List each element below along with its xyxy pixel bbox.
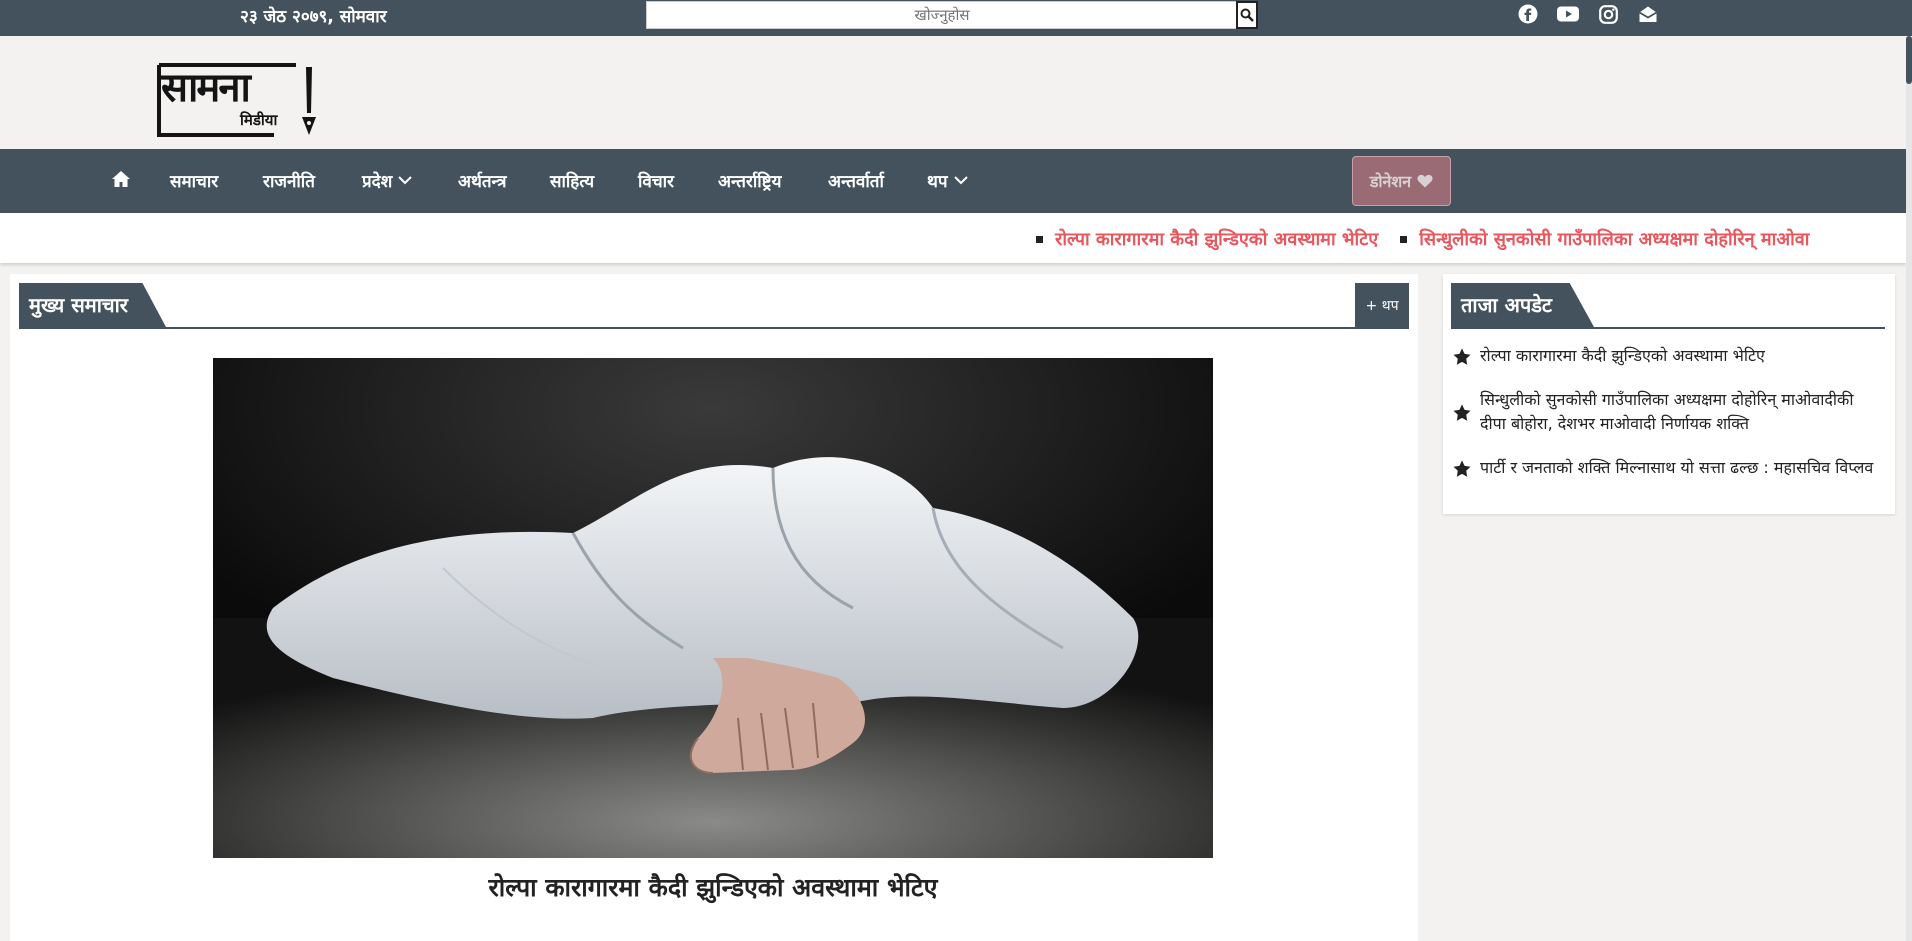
instagram-icon[interactable] bbox=[1597, 3, 1619, 25]
ticker-track: रोल्पा कारागारमा कैदी झुन्डिएको अवस्थामा… bbox=[1036, 227, 1809, 251]
ticker-item[interactable]: रोल्पा कारागारमा कैदी झुन्डिएको अवस्थामा… bbox=[1036, 227, 1378, 251]
star-icon bbox=[1453, 348, 1471, 365]
nav-item-arthatantra[interactable]: अर्थतन्त्र bbox=[458, 169, 506, 192]
search-button[interactable] bbox=[1236, 1, 1258, 29]
nav-item-antarrashtriya[interactable]: अन्तर्राष्ट्रिय bbox=[718, 169, 781, 192]
scrollbar-thumb[interactable] bbox=[1906, 36, 1912, 84]
nav-item-antarvarta[interactable]: अन्तर्वार्ता bbox=[828, 169, 884, 192]
ticker-item-text: सिन्धुलीको सुनकोसी गाउँपालिका अध्यक्षमा … bbox=[1419, 229, 1810, 250]
headline[interactable]: रोल्पा कारागारमा कैदी झुन्डिएको अवस्थामा… bbox=[213, 870, 1213, 904]
nav-item-label: अर्थतन्त्र bbox=[458, 172, 507, 192]
section-header: मुख्य समाचार + थप bbox=[19, 283, 1409, 329]
nav-item-label: थप bbox=[927, 172, 948, 192]
more-button[interactable]: + थप bbox=[1355, 283, 1409, 329]
nav-item-label: राजनीति bbox=[263, 172, 315, 192]
nav-item-label: समाचार bbox=[170, 172, 219, 192]
donate-label: डोनेशन bbox=[1369, 172, 1412, 191]
nav-item-sahitya[interactable]: साहित्य bbox=[550, 169, 594, 192]
facebook-icon[interactable] bbox=[1517, 3, 1539, 25]
section-title: ताजा अपडेट bbox=[1451, 283, 1594, 327]
svg-text:सामना: सामना bbox=[160, 65, 253, 111]
latest-updates-list: रोल्पा कारागारमा कैदी झुन्डिएको अवस्थामा… bbox=[1453, 344, 1883, 500]
search-box bbox=[646, 1, 1258, 29]
latest-updates-section: ताजा अपडेट रोल्पा कारागारमा कैदी झुन्डिए… bbox=[1443, 274, 1895, 514]
nav-item-label: प्रदेश bbox=[362, 172, 393, 192]
nav-item-pradesh[interactable]: प्रदेश bbox=[362, 169, 412, 192]
nav-item-label: अन्तर्वार्ता bbox=[828, 172, 884, 192]
list-item-text: सिन्धुलीको सुनकोसी गाउँपालिका अध्यक्षमा … bbox=[1480, 390, 1854, 433]
chevron-down-icon bbox=[398, 176, 412, 185]
featured-image[interactable] bbox=[213, 358, 1213, 858]
social-links bbox=[1517, 3, 1659, 25]
bullet-square-icon bbox=[1036, 235, 1043, 243]
page-scrollbar[interactable] bbox=[1906, 36, 1912, 941]
nav-item-more[interactable]: थप bbox=[927, 169, 968, 192]
top-bar: २३ जेठ २०७९, सोमवार bbox=[0, 0, 1912, 36]
donate-button[interactable]: डोनेशन bbox=[1352, 156, 1451, 206]
search-icon bbox=[1240, 8, 1254, 22]
svg-text:मिडीया: मिडीया bbox=[239, 111, 278, 129]
home-icon bbox=[112, 171, 130, 187]
nav-item-samachar[interactable]: समाचार bbox=[170, 169, 218, 192]
home-link[interactable] bbox=[111, 170, 131, 188]
youtube-icon[interactable] bbox=[1557, 3, 1579, 25]
list-item-text: रोल्पा कारागारमा कैदी झुन्डिएको अवस्थामा… bbox=[1480, 346, 1765, 365]
search-input[interactable] bbox=[647, 2, 1237, 28]
list-item[interactable]: रोल्पा कारागारमा कैदी झुन्डिएको अवस्थामा… bbox=[1453, 344, 1883, 368]
star-icon bbox=[1453, 404, 1471, 421]
chevron-down-icon bbox=[953, 176, 968, 185]
nav-item-vichar[interactable]: विचार bbox=[638, 169, 674, 192]
site-logo[interactable]: सामना मिडीया bbox=[156, 57, 318, 139]
star-icon bbox=[1453, 460, 1471, 477]
nav-item-label: साहित्य bbox=[550, 172, 595, 192]
nav-item-rajniti[interactable]: राजनीति bbox=[263, 169, 315, 192]
email-icon[interactable] bbox=[1637, 3, 1659, 25]
main-news-section: मुख्य समाचार + थप रोल्पा कारागारमा कैदी … bbox=[10, 274, 1418, 941]
section-title: मुख्य समाचार bbox=[19, 283, 166, 327]
main-navigation: समाचार राजनीति प्रदेश अर्थतन्त्र साहित्य… bbox=[0, 149, 1906, 213]
nav-item-label: अन्तर्राष्ट्रिय bbox=[718, 172, 782, 192]
heart-icon bbox=[1417, 174, 1433, 188]
current-date: २३ जेठ २०७९, सोमवार bbox=[240, 7, 387, 27]
nav-item-label: विचार bbox=[638, 172, 675, 192]
ticker-item-text: रोल्पा कारागारमा कैदी झुन्डिएको अवस्थामा… bbox=[1055, 229, 1379, 250]
bullet-square-icon bbox=[1400, 235, 1408, 243]
list-item[interactable]: सिन्धुलीको सुनकोसी गाउँपालिका अध्यक्षमा … bbox=[1453, 388, 1883, 436]
list-item-text: पार्टी र जनताको शक्ति मिल्नासाथ यो सत्ता… bbox=[1480, 458, 1874, 477]
list-item[interactable]: पार्टी र जनताको शक्ति मिल्नासाथ यो सत्ता… bbox=[1453, 456, 1883, 480]
news-ticker: रोल्पा कारागारमा कैदी झुन्डिएको अवस्थामा… bbox=[0, 213, 1906, 263]
section-header: ताजा अपडेट bbox=[1451, 283, 1885, 329]
ticker-item[interactable]: सिन्धुलीको सुनकोसी गाउँपालिका अध्यक्षमा … bbox=[1400, 227, 1809, 251]
